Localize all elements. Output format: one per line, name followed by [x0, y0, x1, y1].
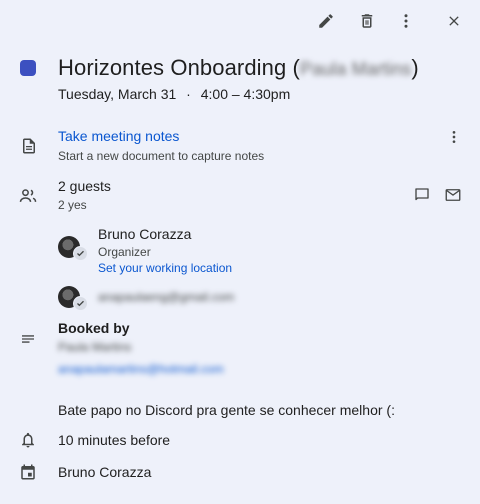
- check-icon: [77, 250, 84, 257]
- set-working-location-link[interactable]: Set your working location: [98, 261, 232, 275]
- chat-icon: [415, 188, 429, 201]
- guests-rsvp: 2 yes: [58, 198, 87, 212]
- calendar-icon: [19, 463, 37, 481]
- guest-email: anapaulaeng@gmail.com: [98, 290, 235, 304]
- mail-icon: [445, 189, 461, 201]
- notes-icon: [20, 137, 38, 155]
- calendar-owner: Bruno Corazza: [58, 464, 152, 480]
- notes-more-button[interactable]: [442, 127, 466, 147]
- delete-button[interactable]: [354, 8, 380, 34]
- booker-name: Paula Martins: [58, 340, 132, 354]
- guest-avatar[interactable]: [58, 236, 88, 264]
- take-meeting-notes-link[interactable]: Take meeting notes: [58, 128, 179, 144]
- accepted-badge: [73, 246, 88, 261]
- more-vert-icon: [404, 14, 408, 28]
- event-title-hidden-name: Paula Martins: [299, 59, 412, 79]
- event-title-text: Horizontes Onboarding (: [58, 55, 300, 80]
- event-datetime: Tuesday, March 31 · 4:00 – 4:30pm: [58, 86, 290, 102]
- bell-icon: [19, 431, 37, 449]
- guests-icon: [18, 186, 38, 206]
- guest-avatar[interactable]: [58, 286, 88, 314]
- email-guests-button[interactable]: [442, 184, 464, 206]
- notes-subtitle: Start a new document to capture notes: [58, 149, 265, 163]
- close-icon: [449, 16, 459, 26]
- message-guests-button[interactable]: [411, 184, 433, 206]
- trash-icon: [361, 14, 373, 28]
- edit-button[interactable]: [313, 8, 339, 34]
- guests-count: 2 guests: [58, 178, 111, 194]
- event-time: 4:00 – 4:30pm: [200, 86, 291, 102]
- description-heading: Booked by: [58, 320, 130, 336]
- event-title: Horizontes Onboarding (Paula Martins): [58, 55, 419, 81]
- datetime-separator: ·: [186, 86, 191, 102]
- guest-role: Organizer: [98, 245, 151, 259]
- description-icon: [19, 330, 37, 348]
- reminder-label: 10 minutes before: [58, 432, 171, 448]
- event-date: Tuesday, March 31: [58, 86, 177, 102]
- description-body: Bate papo no Discord pra gente se conhec…: [58, 402, 395, 418]
- pencil-icon: [319, 14, 333, 28]
- event-title-suffix: ): [411, 55, 419, 80]
- more-vert-icon: [452, 131, 456, 143]
- more-options-button[interactable]: [393, 8, 419, 34]
- booker-email[interactable]: anapaulamartins@hotmail.com: [58, 362, 224, 376]
- check-icon: [77, 300, 84, 307]
- event-color-swatch: [20, 60, 36, 76]
- accepted-badge: [73, 296, 88, 311]
- close-button[interactable]: [441, 8, 467, 34]
- guest-name: Bruno Corazza: [98, 226, 192, 242]
